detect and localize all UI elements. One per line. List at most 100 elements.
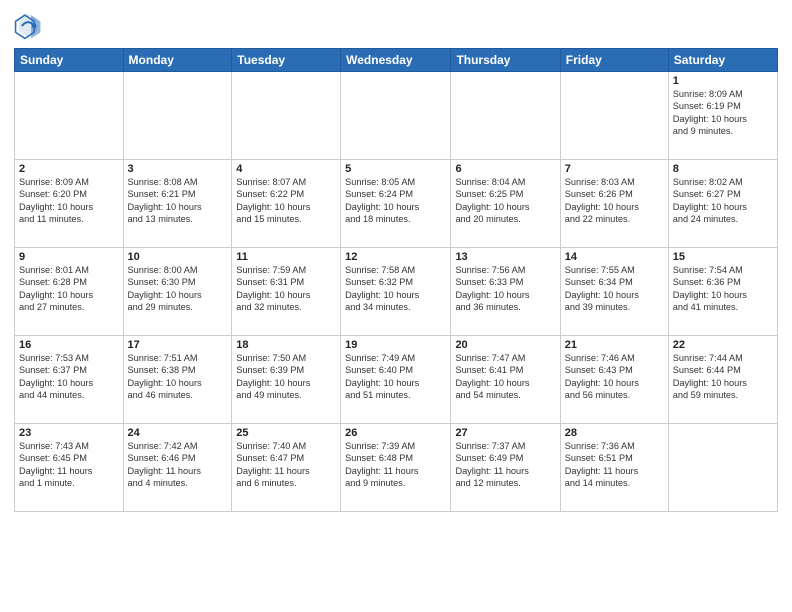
day-info: Sunrise: 7:40 AM Sunset: 6:47 PM Dayligh… [236, 440, 336, 490]
day-cell: 2Sunrise: 8:09 AM Sunset: 6:20 PM Daylig… [15, 160, 124, 248]
day-number: 6 [455, 163, 555, 175]
weekday-header-row: SundayMondayTuesdayWednesdayThursdayFrid… [15, 49, 778, 72]
day-number: 5 [345, 163, 446, 175]
day-cell: 14Sunrise: 7:55 AM Sunset: 6:34 PM Dayli… [560, 248, 668, 336]
day-info: Sunrise: 7:59 AM Sunset: 6:31 PM Dayligh… [236, 264, 336, 314]
day-info: Sunrise: 7:50 AM Sunset: 6:39 PM Dayligh… [236, 352, 336, 402]
weekday-header-tuesday: Tuesday [232, 49, 341, 72]
day-cell: 23Sunrise: 7:43 AM Sunset: 6:45 PM Dayli… [15, 424, 124, 512]
day-cell: 11Sunrise: 7:59 AM Sunset: 6:31 PM Dayli… [232, 248, 341, 336]
day-info: Sunrise: 7:36 AM Sunset: 6:51 PM Dayligh… [565, 440, 664, 490]
day-info: Sunrise: 8:02 AM Sunset: 6:27 PM Dayligh… [673, 176, 773, 226]
week-row-4: 16Sunrise: 7:53 AM Sunset: 6:37 PM Dayli… [15, 336, 778, 424]
day-cell: 27Sunrise: 7:37 AM Sunset: 6:49 PM Dayli… [451, 424, 560, 512]
day-cell: 24Sunrise: 7:42 AM Sunset: 6:46 PM Dayli… [123, 424, 232, 512]
day-info: Sunrise: 7:37 AM Sunset: 6:49 PM Dayligh… [455, 440, 555, 490]
day-number: 9 [19, 251, 119, 263]
day-info: Sunrise: 7:49 AM Sunset: 6:40 PM Dayligh… [345, 352, 446, 402]
day-number: 13 [455, 251, 555, 263]
weekday-header-wednesday: Wednesday [341, 49, 451, 72]
day-number: 28 [565, 427, 664, 439]
day-number: 18 [236, 339, 336, 351]
day-number: 21 [565, 339, 664, 351]
day-number: 16 [19, 339, 119, 351]
day-info: Sunrise: 8:09 AM Sunset: 6:20 PM Dayligh… [19, 176, 119, 226]
day-cell [668, 424, 777, 512]
day-cell [123, 72, 232, 160]
day-number: 12 [345, 251, 446, 263]
day-info: Sunrise: 8:05 AM Sunset: 6:24 PM Dayligh… [345, 176, 446, 226]
day-cell: 6Sunrise: 8:04 AM Sunset: 6:25 PM Daylig… [451, 160, 560, 248]
weekday-header-friday: Friday [560, 49, 668, 72]
day-info: Sunrise: 7:53 AM Sunset: 6:37 PM Dayligh… [19, 352, 119, 402]
day-number: 23 [19, 427, 119, 439]
day-number: 14 [565, 251, 664, 263]
week-row-5: 23Sunrise: 7:43 AM Sunset: 6:45 PM Dayli… [15, 424, 778, 512]
day-cell [15, 72, 124, 160]
day-number: 19 [345, 339, 446, 351]
day-number: 17 [128, 339, 228, 351]
day-cell: 21Sunrise: 7:46 AM Sunset: 6:43 PM Dayli… [560, 336, 668, 424]
day-info: Sunrise: 7:44 AM Sunset: 6:44 PM Dayligh… [673, 352, 773, 402]
day-info: Sunrise: 8:07 AM Sunset: 6:22 PM Dayligh… [236, 176, 336, 226]
day-cell: 17Sunrise: 7:51 AM Sunset: 6:38 PM Dayli… [123, 336, 232, 424]
calendar: SundayMondayTuesdayWednesdayThursdayFrid… [14, 48, 778, 512]
day-cell: 12Sunrise: 7:58 AM Sunset: 6:32 PM Dayli… [341, 248, 451, 336]
day-number: 26 [345, 427, 446, 439]
day-cell: 7Sunrise: 8:03 AM Sunset: 6:26 PM Daylig… [560, 160, 668, 248]
day-info: Sunrise: 8:09 AM Sunset: 6:19 PM Dayligh… [673, 88, 773, 138]
day-number: 20 [455, 339, 555, 351]
day-cell: 1Sunrise: 8:09 AM Sunset: 6:19 PM Daylig… [668, 72, 777, 160]
day-info: Sunrise: 7:43 AM Sunset: 6:45 PM Dayligh… [19, 440, 119, 490]
day-number: 10 [128, 251, 228, 263]
day-cell: 3Sunrise: 8:08 AM Sunset: 6:21 PM Daylig… [123, 160, 232, 248]
day-info: Sunrise: 7:55 AM Sunset: 6:34 PM Dayligh… [565, 264, 664, 314]
day-number: 15 [673, 251, 773, 263]
day-cell: 18Sunrise: 7:50 AM Sunset: 6:39 PM Dayli… [232, 336, 341, 424]
day-info: Sunrise: 7:46 AM Sunset: 6:43 PM Dayligh… [565, 352, 664, 402]
day-info: Sunrise: 7:54 AM Sunset: 6:36 PM Dayligh… [673, 264, 773, 314]
day-cell: 13Sunrise: 7:56 AM Sunset: 6:33 PM Dayli… [451, 248, 560, 336]
day-cell: 25Sunrise: 7:40 AM Sunset: 6:47 PM Dayli… [232, 424, 341, 512]
header [14, 12, 778, 40]
day-info: Sunrise: 8:01 AM Sunset: 6:28 PM Dayligh… [19, 264, 119, 314]
weekday-header-monday: Monday [123, 49, 232, 72]
day-info: Sunrise: 8:04 AM Sunset: 6:25 PM Dayligh… [455, 176, 555, 226]
day-info: Sunrise: 7:58 AM Sunset: 6:32 PM Dayligh… [345, 264, 446, 314]
day-cell: 28Sunrise: 7:36 AM Sunset: 6:51 PM Dayli… [560, 424, 668, 512]
day-info: Sunrise: 7:42 AM Sunset: 6:46 PM Dayligh… [128, 440, 228, 490]
week-row-1: 1Sunrise: 8:09 AM Sunset: 6:19 PM Daylig… [15, 72, 778, 160]
week-row-3: 9Sunrise: 8:01 AM Sunset: 6:28 PM Daylig… [15, 248, 778, 336]
day-number: 2 [19, 163, 119, 175]
weekday-header-saturday: Saturday [668, 49, 777, 72]
day-cell: 26Sunrise: 7:39 AM Sunset: 6:48 PM Dayli… [341, 424, 451, 512]
day-info: Sunrise: 8:03 AM Sunset: 6:26 PM Dayligh… [565, 176, 664, 226]
day-number: 7 [565, 163, 664, 175]
weekday-header-sunday: Sunday [15, 49, 124, 72]
day-number: 11 [236, 251, 336, 263]
logo-icon [14, 12, 42, 40]
day-cell: 22Sunrise: 7:44 AM Sunset: 6:44 PM Dayli… [668, 336, 777, 424]
weekday-header-thursday: Thursday [451, 49, 560, 72]
day-number: 22 [673, 339, 773, 351]
day-cell [560, 72, 668, 160]
day-cell: 10Sunrise: 8:00 AM Sunset: 6:30 PM Dayli… [123, 248, 232, 336]
day-info: Sunrise: 7:51 AM Sunset: 6:38 PM Dayligh… [128, 352, 228, 402]
day-number: 24 [128, 427, 228, 439]
day-cell: 8Sunrise: 8:02 AM Sunset: 6:27 PM Daylig… [668, 160, 777, 248]
day-cell: 15Sunrise: 7:54 AM Sunset: 6:36 PM Dayli… [668, 248, 777, 336]
day-info: Sunrise: 7:39 AM Sunset: 6:48 PM Dayligh… [345, 440, 446, 490]
day-number: 3 [128, 163, 228, 175]
day-cell: 5Sunrise: 8:05 AM Sunset: 6:24 PM Daylig… [341, 160, 451, 248]
day-cell: 19Sunrise: 7:49 AM Sunset: 6:40 PM Dayli… [341, 336, 451, 424]
logo [14, 12, 46, 40]
day-cell [341, 72, 451, 160]
day-info: Sunrise: 7:56 AM Sunset: 6:33 PM Dayligh… [455, 264, 555, 314]
day-number: 25 [236, 427, 336, 439]
day-info: Sunrise: 7:47 AM Sunset: 6:41 PM Dayligh… [455, 352, 555, 402]
day-cell: 20Sunrise: 7:47 AM Sunset: 6:41 PM Dayli… [451, 336, 560, 424]
day-cell: 9Sunrise: 8:01 AM Sunset: 6:28 PM Daylig… [15, 248, 124, 336]
day-cell [232, 72, 341, 160]
day-number: 1 [673, 75, 773, 87]
day-cell [451, 72, 560, 160]
